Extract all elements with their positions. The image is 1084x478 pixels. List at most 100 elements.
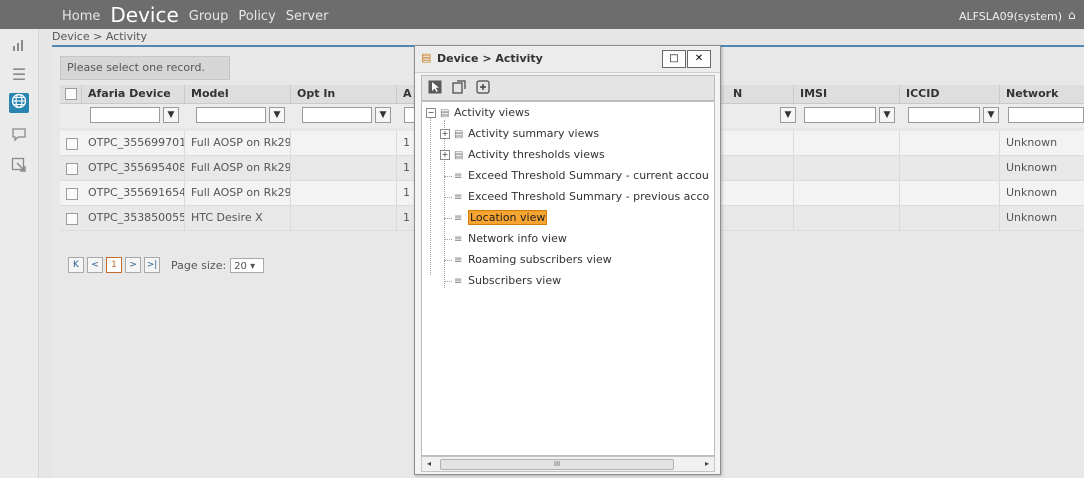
cell-device-id: OTPC_355699701 [82,131,185,155]
cell-opt-in [291,131,397,155]
col-iccid[interactable]: ICCID [900,85,1000,103]
col-n[interactable]: N [727,85,794,103]
list-view-icon: ≡ [454,192,463,203]
filter-icon[interactable]: ▼ [269,107,285,123]
scroll-right-icon[interactable]: ▸ [702,459,712,469]
row-checkbox[interactable] [66,138,78,150]
cell-opt-in [291,156,397,180]
filter-icon[interactable]: ▼ [879,107,895,123]
nav-home[interactable]: Home [62,9,100,29]
cell-opt-in [291,206,397,230]
breadcrumb: Device > Activity [52,30,147,43]
cell-model: Full AOSP on Rk29 [185,131,291,155]
tree-node-label: Network info view [468,232,567,245]
maximize-button[interactable]: □ [662,50,686,68]
window-icon: ▤ [421,51,432,64]
filter-icon[interactable]: ▼ [375,107,391,123]
expand-icon[interactable]: + [440,129,450,139]
col-model[interactable]: Model [185,85,291,103]
open-view-icon[interactable] [452,80,466,94]
cell-iccid [900,181,1000,205]
horizontal-scrollbar[interactable]: ◂ III ▸ [421,456,715,472]
list-view-icon: ≡ [454,276,463,287]
cell-iccid [900,156,1000,180]
col-opt-in[interactable]: Opt In [291,85,397,103]
list-icon[interactable]: ☰ [9,65,29,85]
globe-icon[interactable] [9,93,29,113]
next-page-icon[interactable]: > [125,257,141,273]
filter-device-id-input[interactable] [90,107,160,123]
list-view-icon: ≡ [454,255,463,266]
tree-node-label: Subscribers view [468,274,562,287]
main-nav: Home Device Group Policy Server [62,0,338,29]
top-nav-bar: Home Device Group Policy Server ALFSLA09… [0,0,1084,29]
chat-icon[interactable] [9,127,29,147]
col-network-name[interactable]: Network Name [1000,85,1084,118]
dialog-toolbar [421,75,715,101]
filter-opt-in-input[interactable] [302,107,372,123]
col-imsi[interactable]: IMSI [794,85,900,103]
first-page-icon[interactable]: K [68,257,84,273]
cell-imsi [794,181,900,205]
current-user[interactable]: ALFSLA09(system) [959,10,1062,23]
activity-dialog: ▤ Device > Activity □ ✕ − ▤ Activity view… [414,45,721,475]
add-icon[interactable] [476,80,490,94]
cell-network-name: Unknown [1006,136,1058,149]
cell-iccid [900,206,1000,230]
dialog-title: Device > Activity [437,52,543,65]
folder-icon: ▤ [454,129,464,140]
nav-server[interactable]: Server [286,9,329,29]
filter-icon[interactable]: ▼ [780,107,796,123]
tree-guide [430,113,431,275]
scroll-thumb[interactable]: III [440,459,674,470]
filter-network-input[interactable] [1008,107,1084,123]
list-view-icon: ≡ [454,234,463,245]
close-button[interactable]: ✕ [687,50,711,68]
left-icon-rail: ☰ [0,29,39,478]
cell-imsi [794,131,900,155]
pager: K < 1 > >| Page size: 20 ▾ [68,256,265,274]
filter-iccid-input[interactable] [908,107,980,123]
cell-network-name: Unknown [1006,161,1058,174]
last-page-icon[interactable]: >| [144,257,160,273]
nav-device[interactable]: Device [110,3,178,29]
filter-imsi-input[interactable] [804,107,876,123]
collapse-icon[interactable]: − [426,108,436,118]
row-checkbox[interactable] [66,213,78,225]
expand-icon[interactable]: + [440,150,450,160]
bar-chart-icon[interactable] [9,37,29,57]
col-afaria-device-id[interactable]: Afaria Device ID [82,85,185,118]
cell-iccid [900,131,1000,155]
tree-node-label: Exceed Threshold Summary - current accou [468,169,709,182]
filter-model-input[interactable] [196,107,266,123]
row-checkbox[interactable] [66,188,78,200]
cell-device-id: OTPC_353850055 [82,206,185,230]
tree-node-label: Roaming subscribers view [468,253,612,266]
home-icon[interactable]: ⌂ [1068,8,1080,22]
tree-node-label: Location view [468,210,548,225]
cell-n [727,131,794,155]
filter-icon[interactable]: ▼ [163,107,179,123]
dialog-title-bar[interactable]: ▤ Device > Activity □ ✕ [415,46,720,73]
cell-device-id: OTPC_355691654 [82,181,185,205]
row-checkbox[interactable] [66,163,78,175]
cell-network-name: Unknown [1006,211,1058,224]
cell-n [727,206,794,230]
select-pointer-icon[interactable] [428,80,442,94]
header-select-all[interactable] [60,85,82,103]
nav-group[interactable]: Group [189,9,229,29]
page-size-select[interactable]: 20 ▾ [230,257,265,273]
current-page[interactable]: 1 [106,257,122,273]
tree-node-label: Activity thresholds views [468,148,605,161]
filter-icon[interactable]: ▼ [983,107,999,123]
folder-icon: ▤ [440,108,450,119]
scroll-left-icon[interactable]: ◂ [424,459,434,469]
export-icon[interactable] [9,157,29,177]
tree-node-label: Activity summary views [468,127,600,140]
activity-views-tree: − ▤ Activity views + ▤ Activity summary vi… [421,101,715,456]
cell-n [727,156,794,180]
select-all-checkbox[interactable] [65,88,77,100]
prev-page-icon[interactable]: < [87,257,103,273]
tree-node-label: Exceed Threshold Summary - previous acco [468,190,710,203]
nav-policy[interactable]: Policy [238,9,275,29]
